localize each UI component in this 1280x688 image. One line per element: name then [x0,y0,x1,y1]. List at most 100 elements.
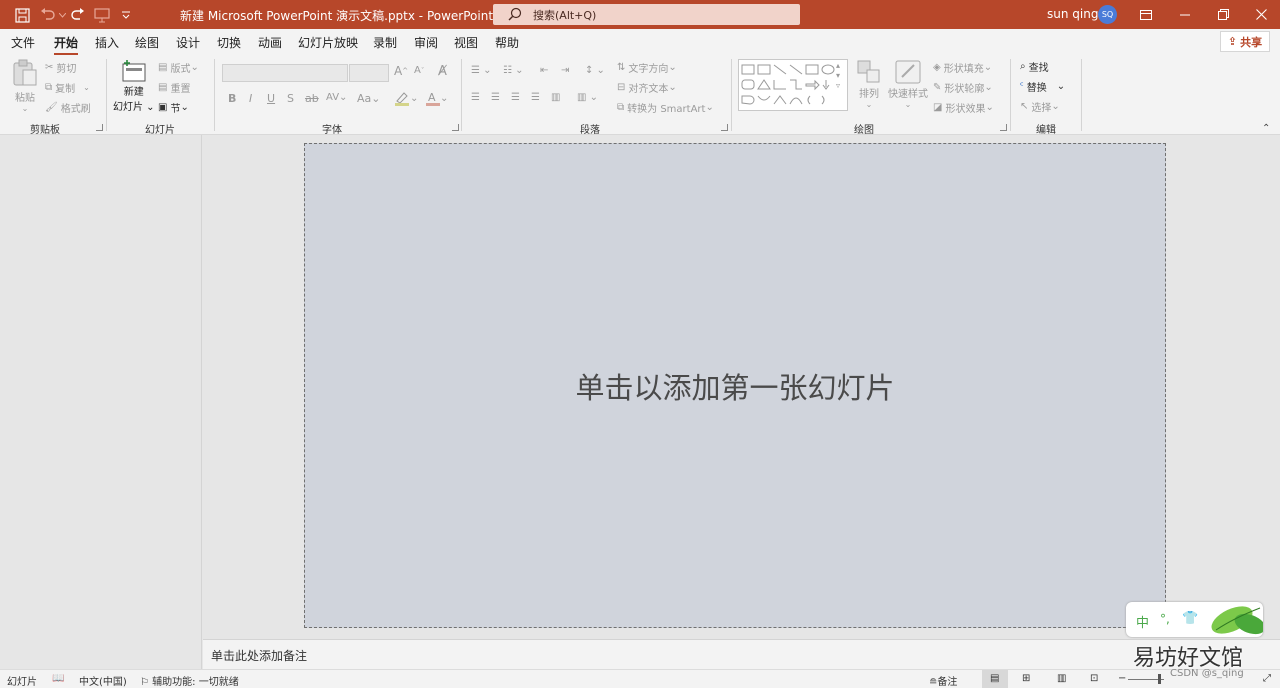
language-indicator[interactable]: 中文(中国) [79,673,127,688]
spell-check-icon[interactable]: 📖 [52,673,64,684]
character-spacing-button[interactable]: AV ⌄ [326,92,347,103]
fit-to-window-icon[interactable]: ⤢ [1263,673,1271,684]
smartart-button[interactable]: ⧉ 转换为 SmartArt ⌄ [617,100,714,115]
columns-icon[interactable]: ▥ ⌄ [577,92,598,103]
align-text-button[interactable]: ⊟ 对齐文本 ⌄ [617,80,677,95]
font-color-icon[interactable]: A ⌄ [426,91,448,106]
tab-draw[interactable]: 绘图 [135,34,159,51]
save-icon[interactable] [12,5,32,25]
tab-home[interactable]: 开始 [54,34,79,55]
highlight-color-icon[interactable]: ⌄ [394,91,418,106]
undo-dropdown-icon[interactable] [57,5,67,25]
shape-outline-button[interactable]: ✎ 形状轮廓 ⌄ [933,80,993,95]
zoom-out-icon[interactable]: − [1118,673,1126,684]
tab-record[interactable]: 录制 [373,34,397,51]
clipboard-launcher-icon[interactable] [96,124,103,131]
replace-icon: ᶜ [1020,81,1024,92]
copy-button[interactable]: ⧉ 复制 ⌄ [45,80,90,95]
zoom-slider-thumb[interactable] [1158,674,1161,684]
font-size-combo[interactable] [349,64,389,82]
tab-help[interactable]: 帮助 [495,34,519,51]
shrink-font-button[interactable]: Aˇ [414,65,424,76]
redo-icon[interactable] [68,5,88,25]
shape-fill-button[interactable]: ◈ 形状填充 ⌄ [933,60,992,75]
normal-view-icon[interactable]: ▤ [982,670,1008,688]
new-slide-button[interactable]: 新建 幻灯片 ⌄ [113,59,155,113]
distributed-icon[interactable]: ▥ [551,92,560,103]
justify-icon[interactable]: ☰ [531,92,540,103]
presentation-start-icon[interactable] [92,5,112,25]
tab-transitions[interactable]: 切换 [217,34,241,51]
customize-toolbar-icon[interactable] [116,5,136,25]
user-name[interactable]: sun qing [1047,7,1098,21]
align-right-icon[interactable]: ☰ [511,92,520,103]
minimize-icon[interactable] [1166,0,1204,29]
shapes-gallery[interactable] [738,59,848,111]
shape-effects-label: 形状效果 [945,104,986,115]
cut-button[interactable]: ✂ 剪切 [45,60,76,75]
reading-view-icon[interactable]: ▥ [1057,673,1066,684]
avatar[interactable]: SQ [1098,5,1117,24]
bold-button[interactable]: B [228,92,236,105]
bullets-icon[interactable]: ☰ ⌄ [471,65,492,76]
paragraph-launcher-icon[interactable] [721,124,728,131]
tab-design[interactable]: 设计 [176,34,200,51]
smartart-icon: ⧉ [617,102,625,113]
accessibility-status[interactable]: ⚐ 辅助功能: 一切就绪 [140,673,239,688]
line-spacing-icon[interactable]: ↕ ⌄ [585,65,605,76]
search-box[interactable]: 搜索(Alt+Q) [493,4,800,25]
find-button[interactable]: ⌕ 查找 [1020,59,1049,74]
tab-view[interactable]: 视图 [454,34,478,51]
tab-animations[interactable]: 动画 [258,34,282,51]
arrange-button[interactable]: 排列 ⌄ [856,59,882,109]
shape-effects-button[interactable]: ◪ 形状效果 ⌄ [933,100,994,115]
slide-placeholder[interactable]: 单击以添加第一张幻灯片 [304,143,1166,628]
select-button[interactable]: ↖ 选择 ⌄ [1020,99,1060,114]
reset-button[interactable]: ▤ 重置 [158,80,190,95]
font-launcher-icon[interactable] [452,124,459,131]
align-left-icon[interactable]: ☰ [471,92,480,103]
paste-button[interactable]: 粘贴 ⌄ [12,59,38,113]
notes-pane[interactable]: 单击此处添加备注 [203,639,1280,669]
slide-sorter-icon[interactable]: ⊞ [1022,673,1030,684]
tab-file[interactable]: 文件 [11,34,35,51]
decrease-indent-icon[interactable]: ⇤ [540,65,548,76]
strikethrough-button[interactable]: ab [305,92,319,105]
shapes-scroll-icon[interactable]: ▴ ▾ ▿ [836,61,840,91]
quick-styles-button[interactable]: 快速样式 ⌄ [888,59,928,109]
collapse-ribbon-icon[interactable]: ⌃ [1262,123,1270,134]
share-button[interactable]: ⇪ 共享 [1220,31,1270,52]
slideshow-icon[interactable]: ⊡ [1090,673,1098,684]
font-name-combo[interactable] [222,64,348,82]
tab-review[interactable]: 审阅 [414,34,438,51]
new-slide-label-line1: 新建 [123,87,144,98]
text-direction-button[interactable]: ⇅ 文字方向 ⌄ [617,60,677,75]
undo-icon[interactable] [38,5,58,25]
layout-button[interactable]: ▤ 版式 ⌄ [158,60,199,75]
restore-icon[interactable] [1204,0,1242,29]
drawing-launcher-icon[interactable] [1000,124,1007,131]
section-button[interactable]: ▣ 节 ⌄ [158,100,189,115]
grow-font-caret-icon: ^ [402,67,409,75]
grow-font-button[interactable]: A ^ [394,64,408,78]
format-painter-button[interactable]: 🖌 格式刷 [45,100,91,115]
clear-format-icon[interactable]: Ⱥ [438,64,447,79]
numbering-icon[interactable]: ☷ ⌄ [503,65,524,76]
close-icon[interactable] [1242,0,1280,29]
shadow-button[interactable]: S [287,92,294,105]
tab-slideshow[interactable]: 幻灯片放映 [298,34,358,51]
italic-button[interactable]: I [249,92,252,105]
change-case-button[interactable]: Aa ⌄ [357,92,380,105]
replace-button[interactable]: ᶜ 替换 ⌄ [1020,79,1065,94]
notes-toggle[interactable]: ≘备注 [929,673,957,688]
tab-insert[interactable]: 插入 [95,34,119,51]
increase-indent-icon[interactable]: ⇥ [561,65,569,76]
underline-button[interactable]: U [267,92,275,105]
shrink-font-caret-icon: ˇ [420,66,425,75]
ime-toolbar[interactable]: 中 °, 👕 [1126,602,1263,637]
slide-thumbnails-pane[interactable] [0,135,202,669]
ribbon-display-options-icon[interactable] [1127,0,1165,29]
replace-dropdown-icon: ⌄ [1056,81,1066,92]
select-label: 选择 [1031,103,1052,114]
align-center-icon[interactable]: ☰ [491,92,500,103]
